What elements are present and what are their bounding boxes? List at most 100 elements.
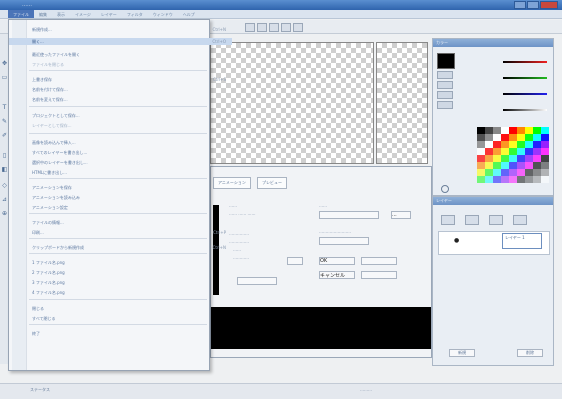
color-swatch[interactable] [477,134,485,141]
menu-edit[interactable]: 編集 [34,10,52,18]
color-swatch[interactable] [533,176,541,183]
select-tool-icon[interactable]: ▭ [1,74,8,81]
color-swatch[interactable] [477,127,485,134]
foreground-color[interactable] [437,53,455,69]
radio-icon[interactable] [441,185,449,193]
color-swatch[interactable] [493,155,501,162]
color-swatch[interactable] [509,169,517,176]
eye-icon[interactable]: ● [454,237,459,244]
move-tool-icon[interactable]: ✥ [1,60,8,67]
color-swatch[interactable] [509,162,517,169]
color-swatch[interactable] [485,127,493,134]
color-swatch[interactable] [493,169,501,176]
color-swatch[interactable] [533,162,541,169]
menu-file[interactable]: ファイル [8,10,34,18]
canvas-main[interactable] [210,42,374,164]
file-menu-item[interactable]: 閉じる [9,305,232,312]
color-swatch[interactable] [477,176,485,183]
color-swatch[interactable] [525,141,533,148]
canvas-secondary[interactable] [376,42,428,164]
file-menu-item[interactable]: 最近使ったファイルを開く [9,51,232,58]
color-swatch[interactable] [493,141,501,148]
color-swatch[interactable] [517,134,525,141]
color-swatch[interactable] [501,127,509,134]
color-swatch[interactable] [533,155,541,162]
color-swatch[interactable] [501,162,509,169]
color-swatch[interactable] [525,134,533,141]
color-swatch[interactable] [541,162,549,169]
file-menu-item[interactable]: 開く... Ctrl+O [9,38,232,45]
color-swatch[interactable] [517,148,525,155]
file-menu-item[interactable]: アニメーションを保存 [9,184,232,191]
file-menu-item[interactable]: プロジェクトとして保存... [9,112,232,119]
file-menu-item[interactable]: 画像を読み込んで挿入... [9,139,232,146]
color-swatch[interactable] [533,148,541,155]
color-swatch[interactable] [541,148,549,155]
color-swatch[interactable] [541,127,549,134]
maximize-button[interactable] [527,1,539,9]
file-menu-item[interactable]: アニメーションを読み込み [9,194,232,201]
color-swatch[interactable] [525,176,533,183]
color-swatch[interactable] [509,176,517,183]
color-swatch[interactable] [477,155,485,162]
red-slider[interactable] [503,61,547,63]
dialog-select[interactable] [319,237,369,245]
layer-tool-button[interactable] [489,215,503,225]
color-swatch[interactable] [493,148,501,155]
color-swatch[interactable] [517,155,525,162]
toolbar-button[interactable] [293,23,303,32]
file-menu-item[interactable]: 1 ファイル名.png [9,259,232,266]
dialog-field[interactable] [237,277,277,285]
zoom-tool-icon[interactable]: ⊕ [1,210,8,217]
color-swatch[interactable] [525,162,533,169]
file-menu-item[interactable]: 印刷... Ctrl+P [9,229,232,236]
color-swatch[interactable] [525,148,533,155]
file-menu-item[interactable]: 3 ファイル名.png [9,279,232,286]
file-menu-item[interactable]: 名前を付けて保存... [9,86,232,93]
menu-window[interactable]: ウィンドウ [148,10,178,18]
color-swatch[interactable] [525,127,533,134]
file-menu-item[interactable]: ファイルの情報... [9,219,232,226]
new-layer-button[interactable]: 新規 [449,349,475,357]
file-menu-item[interactable]: 上書き保存 Ctrl+S [9,76,232,83]
dialog-cancel-button[interactable]: キャンセル [319,271,355,279]
menu-view[interactable]: 表示 [52,10,70,18]
layer-row[interactable]: ● レイヤー 1 [438,231,548,253]
layer-tool-button[interactable] [441,215,455,225]
dialog-ok-button[interactable]: OK [319,257,355,265]
color-swatch[interactable] [501,155,509,162]
color-swatch[interactable] [517,176,525,183]
menu-help[interactable]: ヘルプ [178,10,200,18]
fill-tool-icon[interactable]: ◧ [1,166,8,173]
shape-tool-icon[interactable]: ◇ [1,182,8,189]
menu-image[interactable]: イメージ [70,10,96,18]
dialog-button[interactable] [361,271,397,279]
dialog-right-button[interactable]: ... [391,211,411,219]
pen-tool-icon[interactable]: ✎ [1,118,8,125]
color-swatch[interactable] [517,169,525,176]
dialog-button[interactable] [361,257,397,265]
color-swatch[interactable] [509,141,517,148]
color-mode-button[interactable] [437,101,453,109]
eraser-tool-icon[interactable]: ▯ [1,152,8,159]
toolbar-button[interactable] [245,23,255,32]
minimize-button[interactable] [514,1,526,9]
color-swatch[interactable] [477,141,485,148]
file-menu-item[interactable]: 4 ファイル名.png [9,289,232,296]
color-swatch[interactable] [501,176,509,183]
green-slider[interactable] [503,77,547,79]
color-swatch[interactable] [477,148,485,155]
file-menu-item[interactable]: 新規作成... Ctrl+N [9,26,232,33]
file-menu-item[interactable]: すべてのレイヤーを書き出し... [9,149,232,156]
color-mode-button[interactable] [437,71,453,79]
color-swatch[interactable] [533,141,541,148]
color-swatch[interactable] [509,134,517,141]
layer-tool-button[interactable] [513,215,527,225]
color-swatch[interactable] [525,155,533,162]
blue-slider[interactable] [503,93,547,95]
color-swatch[interactable] [477,169,485,176]
file-menu-item[interactable]: ファイルを閉じる [9,61,232,68]
color-swatch[interactable] [485,176,493,183]
color-swatch[interactable] [477,162,485,169]
color-swatch[interactable] [501,148,509,155]
